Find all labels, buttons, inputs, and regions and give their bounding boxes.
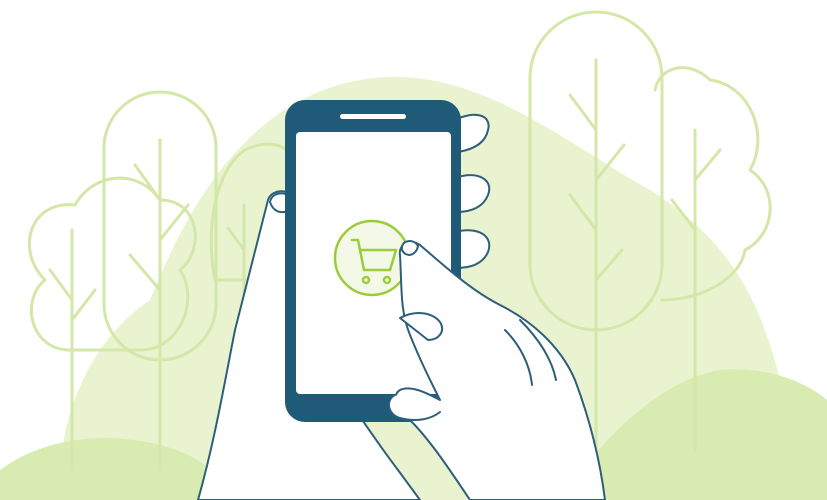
shopping-cart-icon [333,219,411,297]
mobile-shopping-illustration [0,0,827,500]
cart-icon-ring [333,219,411,297]
illustration-canvas [0,10,827,500]
phone-speaker [340,114,406,119]
fingernail [400,240,419,256]
